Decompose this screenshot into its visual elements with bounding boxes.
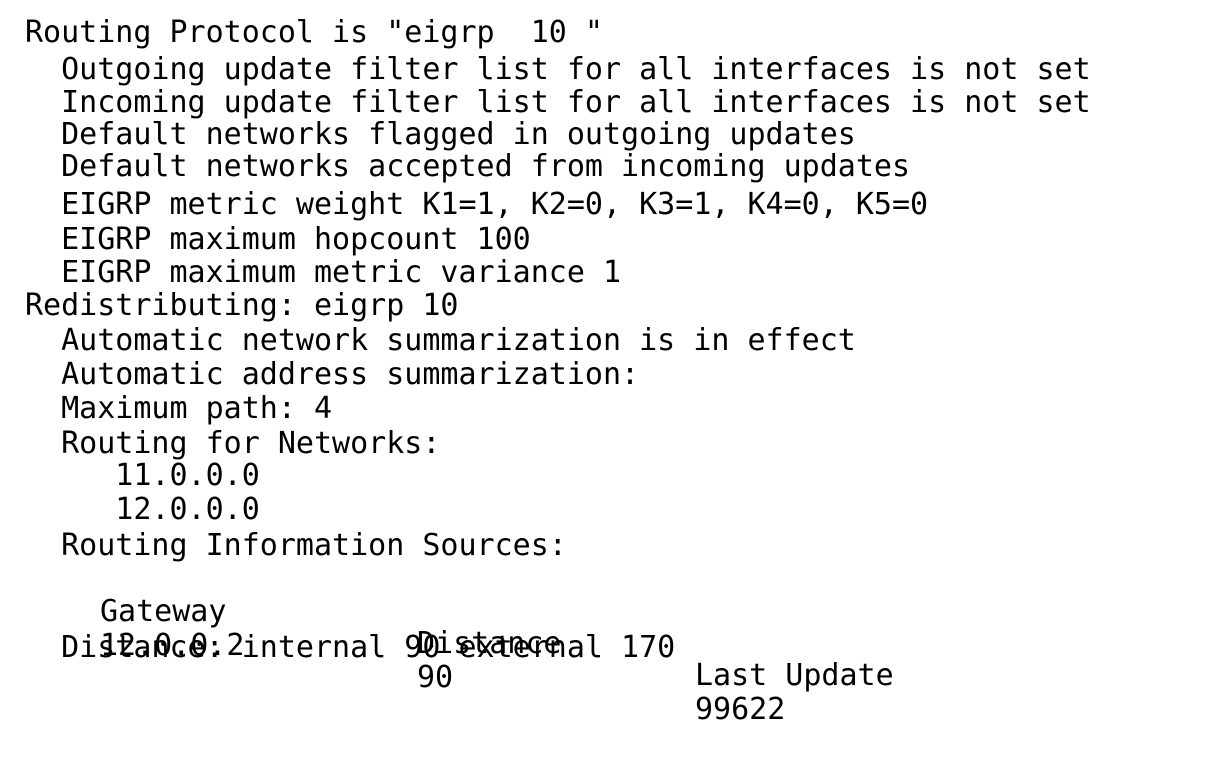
terminal-line: Outgoing update filter list for all inte…	[25, 52, 1091, 87]
sources-distance-value: 90	[417, 660, 454, 695]
terminal-line: 12.0.0.0	[25, 492, 260, 527]
sources-header-last-update: Last Update	[695, 658, 894, 693]
terminal-line: Maximum path: 4	[25, 391, 333, 426]
terminal-line: EIGRP metric weight K1=1, K2=0, K3=1, K4…	[25, 187, 929, 222]
terminal-line: EIGRP maximum hopcount 100	[25, 222, 531, 257]
distance-line: Distance: internal 90 external 170	[25, 630, 676, 665]
terminal-line: Default networks accepted from incoming …	[25, 149, 911, 184]
terminal-line: Incoming update filter list for all inte…	[25, 85, 1091, 120]
sources-row: 12.0.0.2 90 99622	[0, 598, 1220, 726]
terminal-line: Default networks flagged in outgoing upd…	[25, 117, 856, 152]
terminal-line: Routing for Networks:	[25, 426, 441, 461]
sources-header-row: Gateway Distance Last Update	[0, 564, 1220, 692]
terminal-line: Automatic network summarization is in ef…	[25, 323, 856, 358]
terminal-output: Routing Protocol is "eigrp 10 " Outgoing…	[0, 0, 1220, 726]
terminal-line: EIGRP maximum metric variance 1	[25, 255, 622, 290]
terminal-line: Routing Protocol is "eigrp 10 "	[25, 15, 603, 50]
terminal-line: 11.0.0.0	[25, 458, 260, 493]
terminal-line: Redistributing: eigrp 10	[25, 288, 459, 323]
terminal-line: Automatic address summarization:	[25, 357, 640, 392]
sources-last-update-value: 99622	[695, 692, 786, 727]
terminal-line: Routing Information Sources:	[25, 528, 567, 563]
